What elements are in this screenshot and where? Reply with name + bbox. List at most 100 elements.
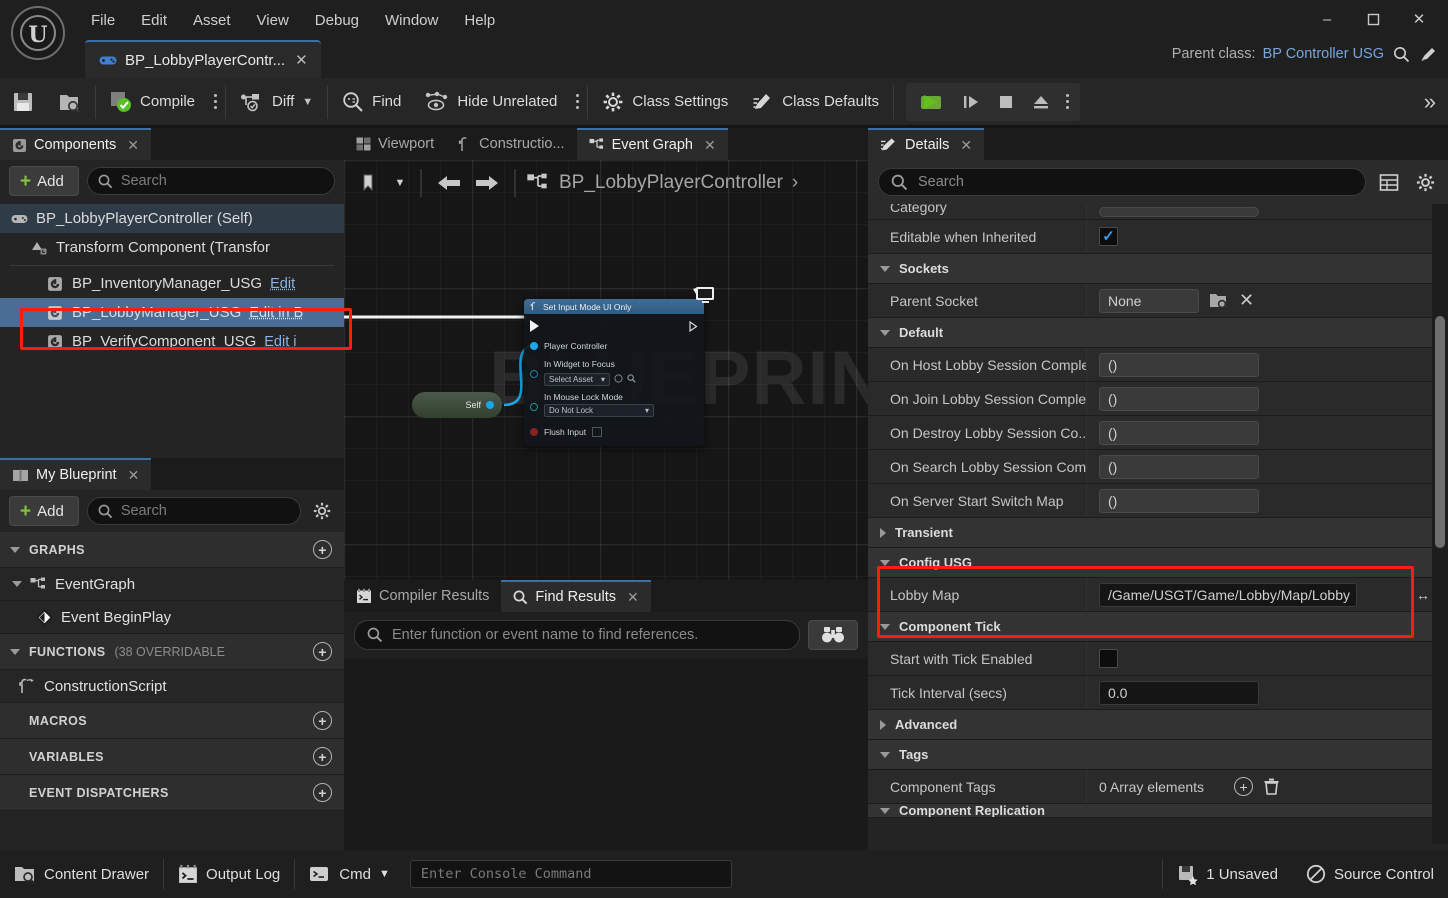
list-item-constructionscript[interactable]: ConstructionScript: [0, 670, 344, 703]
details-scrollbar-thumb[interactable]: [1435, 316, 1445, 548]
diff-button[interactable]: Diff ▼: [228, 80, 325, 124]
value-field[interactable]: (): [1099, 454, 1259, 479]
edit-pencil-icon[interactable]: [1418, 44, 1438, 64]
back-arrow-icon[interactable]: [432, 168, 466, 198]
bookmark-dropdown-button[interactable]: ▼: [390, 168, 410, 198]
category-row-transient[interactable]: Transient: [868, 518, 1448, 548]
close-icon[interactable]: ✕: [704, 137, 716, 154]
node-pin-flush-input[interactable]: Flush Input: [530, 424, 698, 440]
property-row-on-host-lobby-session-complete[interactable]: On Host Lobby Session Comple... (): [868, 348, 1448, 382]
add-function-button[interactable]: +: [313, 642, 332, 661]
toolbar-overflow-button[interactable]: »: [1424, 89, 1436, 115]
property-row-start-with-tick-enabled[interactable]: Start with Tick Enabled: [868, 642, 1448, 676]
forward-arrow-icon[interactable]: [470, 168, 504, 198]
start-with-tick-enabled-checkbox[interactable]: [1099, 649, 1118, 668]
section-functions[interactable]: FUNCTIONS (38 OVERRIDABLE +: [0, 634, 344, 670]
graph-canvas[interactable]: BLUEPRINT Self Set Input Mode UI Only: [344, 160, 868, 580]
reset-to-default-icon[interactable]: ↔: [1416, 587, 1430, 603]
tab-components[interactable]: Components ✕: [0, 128, 151, 160]
source-control-button[interactable]: Source Control: [1292, 852, 1448, 896]
graph-node-set-input-mode-ui-only[interactable]: Set Input Mode UI Only Player Controller: [524, 299, 704, 446]
node-pin-in-mouse-lock-mode[interactable]: In Mouse Lock Mode Do Not Lock ▾: [530, 392, 698, 417]
tab-construction-script[interactable]: Constructio...: [446, 128, 576, 160]
tab-details[interactable]: Details ✕: [868, 128, 985, 160]
tree-row-inventorymanager[interactable]: BP_InventoryManager_USG Edit: [0, 269, 344, 298]
close-icon[interactable]: ✕: [627, 589, 639, 606]
value-field[interactable]: (): [1099, 352, 1259, 377]
add-blueprint-item-button[interactable]: + Add: [9, 496, 79, 526]
category-row-component-replication[interactable]: Component Replication: [868, 804, 1448, 818]
property-row-on-server-start-switch-map[interactable]: On Server Start Switch Map (): [868, 484, 1448, 518]
menu-window[interactable]: Window: [372, 7, 451, 35]
list-item-eventgraph[interactable]: EventGraph: [0, 568, 344, 601]
chevron-down-icon[interactable]: [12, 581, 22, 587]
details-scroll-area[interactable]: Category Editable when Inherited ✓ Socke…: [868, 204, 1448, 844]
close-icon[interactable]: ✕: [293, 51, 310, 69]
class-defaults-button[interactable]: Class Defaults: [740, 80, 891, 124]
parent-class-value[interactable]: BP Controller USG: [1263, 46, 1384, 62]
property-row-tick-interval[interactable]: Tick Interval (secs) 0.0: [868, 676, 1448, 710]
play-button[interactable]: [910, 85, 952, 119]
hide-unrelated-options-button[interactable]: [569, 94, 585, 109]
edit-link-verifycomponent[interactable]: Edit i: [264, 334, 296, 350]
property-row-on-search-lobby-session-complete[interactable]: On Search Lobby Session Com... (): [868, 450, 1448, 484]
clear-socket-icon[interactable]: ✕: [1239, 290, 1254, 311]
value-field[interactable]: (): [1099, 420, 1259, 445]
tab-compiler-results[interactable]: Compiler Results: [344, 580, 501, 612]
property-row-on-join-lobby-session-complete[interactable]: On Join Lobby Session Comple... (): [868, 382, 1448, 416]
find-references-input[interactable]: Enter function or event name to find ref…: [354, 620, 800, 650]
self-output-pin[interactable]: [486, 401, 494, 409]
delete-array-icon[interactable]: [1263, 778, 1280, 796]
node-pin-in-widget-to-focus[interactable]: In Widget to Focus Select Asset ▾: [530, 359, 698, 386]
binoculars-icon[interactable]: [808, 620, 858, 650]
menu-debug[interactable]: Debug: [302, 7, 372, 35]
property-row-on-destroy-lobby-session-complete[interactable]: On Destroy Lobby Session Co... (): [868, 416, 1448, 450]
columns-icon[interactable]: [1376, 169, 1402, 195]
parent-socket-value[interactable]: None: [1099, 288, 1199, 313]
close-window-button[interactable]: ✕: [1396, 4, 1442, 34]
property-row-category[interactable]: Category: [868, 204, 1448, 220]
minimize-button[interactable]: –: [1304, 4, 1350, 34]
step-button[interactable]: [954, 85, 988, 119]
tree-row-verifycomponent[interactable]: BP_VerifyComponent_USG Edit i: [0, 327, 344, 356]
add-component-button[interactable]: + Add: [9, 166, 79, 196]
bookmark-icon[interactable]: [352, 168, 386, 198]
value-field[interactable]: (): [1099, 488, 1259, 513]
hide-unrelated-button[interactable]: Hide Unrelated: [413, 80, 569, 124]
value-field[interactable]: (): [1099, 386, 1259, 411]
category-row-tags[interactable]: Tags: [868, 740, 1448, 770]
output-log-button[interactable]: Output Log: [164, 852, 294, 896]
mouse-lock-mode-dropdown[interactable]: Do Not Lock ▾: [544, 404, 654, 417]
gear-icon[interactable]: [309, 498, 335, 524]
editable-when-inherited-checkbox[interactable]: ✓: [1099, 227, 1118, 246]
close-icon[interactable]: ✕: [127, 137, 139, 154]
menu-view[interactable]: View: [244, 7, 302, 35]
flush-input-checkbox[interactable]: [592, 427, 603, 437]
browse-asset-icon[interactable]: [614, 374, 623, 383]
browse-content-button[interactable]: [46, 80, 93, 124]
section-macros[interactable]: MACROS +: [0, 703, 344, 739]
search-icon[interactable]: [627, 374, 636, 383]
save-button[interactable]: [0, 80, 46, 124]
tick-interval-input[interactable]: 0.0: [1099, 680, 1259, 705]
lobby-map-input[interactable]: /Game/USGT/Game/Lobby/Map/Lobby: [1099, 582, 1357, 607]
tab-event-graph[interactable]: Event Graph ✕: [576, 128, 728, 160]
tab-my-blueprint[interactable]: My Blueprint ✕: [0, 458, 152, 490]
search-icon[interactable]: [1391, 44, 1411, 64]
category-row-sockets[interactable]: Sockets: [868, 254, 1448, 284]
add-variable-button[interactable]: +: [313, 747, 332, 766]
tree-row-transform-component[interactable]: Transform Component (Transfor: [0, 233, 344, 262]
tree-row-lobbymanager[interactable]: BP_LobbyManager_USG Edit in B: [0, 298, 344, 327]
cmd-button[interactable]: Cmd ▼: [295, 852, 404, 896]
edit-link-lobbymanager[interactable]: Edit in B: [249, 305, 303, 321]
property-row-editable-when-inherited[interactable]: Editable when Inherited ✓: [868, 220, 1448, 254]
compile-button[interactable]: Compile: [98, 80, 207, 124]
stop-button[interactable]: [990, 85, 1022, 119]
my-blueprint-search-input[interactable]: Search: [86, 497, 301, 525]
select-asset-dropdown[interactable]: Select Asset ▾: [544, 373, 610, 386]
category-row-config-usg[interactable]: Config USG: [868, 548, 1448, 578]
content-drawer-button[interactable]: Content Drawer: [0, 852, 163, 896]
menu-asset[interactable]: Asset: [180, 7, 244, 35]
category-row-component-tick[interactable]: Component Tick: [868, 612, 1448, 642]
menu-file[interactable]: File: [78, 7, 128, 35]
